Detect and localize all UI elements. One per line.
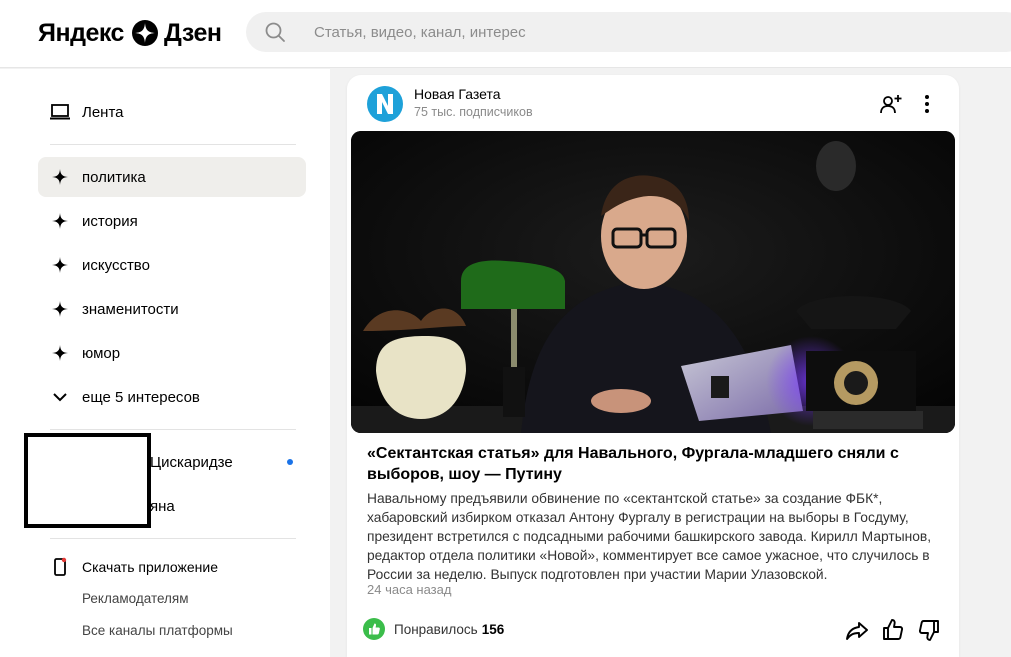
sidebar-item-label: Скачать приложение [82, 559, 219, 575]
sidebar-item-art[interactable]: искусство [38, 245, 306, 285]
likes-summary: Понравилось 156 [394, 622, 504, 637]
sparkle-icon [50, 255, 70, 275]
logo-text-left: Яндекс [38, 18, 124, 47]
sparkle-icon [50, 299, 70, 319]
sparkle-icon [50, 211, 70, 231]
sparkle-icon [50, 343, 70, 363]
phone-icon [50, 557, 70, 577]
thumbs-up-icon[interactable] [880, 617, 906, 643]
redaction-box [24, 433, 151, 528]
unread-dot [287, 459, 293, 465]
divider [50, 144, 296, 145]
sidebar-item-humor[interactable]: юмор [38, 333, 306, 373]
sidebar-item-label: яна [150, 497, 175, 515]
sidebar-item-celebrities[interactable]: знаменитости [38, 289, 306, 329]
sidebar-item-label: еще 5 интересов [82, 388, 200, 406]
search-input[interactable] [314, 12, 994, 52]
advertisers-link[interactable]: Рекламодателям [82, 591, 189, 606]
search-icon [265, 22, 285, 42]
sidebar-item-label: знаменитости [82, 300, 179, 318]
more-options-icon[interactable] [919, 92, 935, 116]
chevron-down-icon [50, 387, 70, 407]
share-icon[interactable] [844, 617, 870, 643]
video-preview-image [351, 131, 955, 433]
sidebar-more-interests[interactable]: еще 5 интересов [38, 377, 306, 417]
article-title[interactable]: «Сектантская статья» для Навального, Фур… [367, 443, 927, 485]
novaya-gazeta-avatar[interactable] [367, 86, 403, 122]
download-app-link[interactable]: Скачать приложение [38, 547, 306, 587]
like-badge-icon [363, 618, 385, 640]
likes-label: Понравилось [394, 622, 478, 637]
sidebar-item-history[interactable]: история [38, 201, 306, 241]
sidebar-item-label: политика [82, 168, 146, 186]
logo-text-right: Дзен [163, 18, 222, 47]
all-channels-link[interactable]: Все каналы платформы [82, 623, 233, 638]
divider [50, 538, 296, 539]
sidebar-item-feed[interactable]: Лента [38, 92, 306, 132]
video-thumbnail[interactable] [351, 131, 955, 433]
sidebar-item-politics[interactable]: политика [38, 157, 306, 197]
sidebar-item-label: юмор [82, 344, 121, 362]
sidebar-item-label: Лента [82, 103, 124, 121]
channel-subscribers: 75 тыс. подписчиков [414, 105, 533, 119]
top-header: Яндекс Дзен [0, 0, 1011, 68]
zen-logo-icon [131, 20, 158, 46]
sparkle-icon [50, 167, 70, 187]
subscribe-icon[interactable] [879, 92, 903, 116]
article-snippet[interactable]: Навальному предъявили обвинение по «сект… [367, 489, 947, 584]
channel-name[interactable]: Новая Газета [414, 86, 500, 102]
thumbs-down-icon[interactable] [916, 617, 942, 643]
yandex-zen-logo[interactable]: Яндекс Дзен [38, 18, 222, 48]
sidebar-item-label: Цискаридзе [150, 453, 233, 471]
sidebar-item-label: история [82, 212, 138, 230]
search-bar[interactable] [246, 12, 1011, 52]
article-time: 24 часа назад [367, 582, 452, 597]
article-card[interactable]: Новая Газета 75 тыс. подписчиков «Сектан… [347, 75, 959, 657]
sidebar: Лента политика история искусство знамени… [0, 69, 330, 657]
laptop-icon [50, 102, 70, 122]
sidebar-item-label: искусство [82, 256, 150, 274]
likes-count: 156 [481, 622, 505, 637]
divider [50, 429, 296, 430]
